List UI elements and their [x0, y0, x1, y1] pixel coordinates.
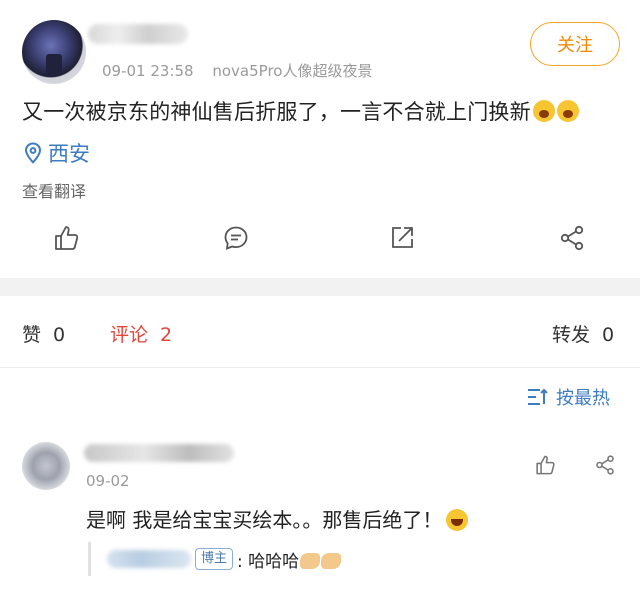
post-meta: 09-01 23:58 nova5Pro人像超级夜景	[102, 60, 372, 81]
tab-comments[interactable]: 评论 2	[110, 320, 172, 347]
location-name: 西安	[48, 142, 90, 166]
comment-body: 是啊 我是给宝宝买绘本。。那售后绝了！	[86, 504, 469, 533]
repost-button[interactable]	[382, 218, 422, 258]
author-avatar[interactable]	[22, 20, 86, 84]
comment-date: 09-02	[86, 472, 130, 490]
sort-hot-button[interactable]: 按最热	[526, 384, 610, 410]
comment-icon	[224, 226, 248, 250]
comment-button[interactable]	[216, 218, 256, 258]
share-icon	[560, 225, 584, 251]
sort-icon	[528, 388, 548, 405]
location-pin-icon	[24, 142, 42, 164]
comment-like-button[interactable]	[534, 454, 556, 480]
commenter-avatar[interactable]	[22, 442, 70, 490]
translate-link[interactable]: 查看翻译	[22, 178, 86, 202]
post-text: 又一次被京东的神仙售后折服了，一言不合就上门换新	[22, 100, 531, 124]
likes-count: 0	[53, 324, 66, 346]
reposts-count: 0	[602, 324, 615, 346]
comments-count: 2	[160, 324, 173, 346]
tab-reposts[interactable]: 转发 0	[552, 320, 614, 347]
reply-text: : 哈哈哈	[237, 552, 300, 572]
stats-bar: 赞0 评论 2 转发 0	[0, 296, 640, 368]
tab-likes[interactable]: 赞0	[22, 320, 65, 347]
like-button[interactable]	[46, 218, 86, 258]
comment-item: 09-02 是啊 我是给宝宝买绘本。。那售后绝了！ 博主 : 哈哈哈	[0, 430, 640, 603]
handshake-emoji-icon	[321, 553, 342, 569]
post-device: nova5Pro人像超级夜景	[212, 62, 373, 80]
comment-text: 是啊 我是给宝宝买绘本。。那售后绝了！	[86, 508, 443, 532]
post-timestamp: 09-01 23:58	[102, 62, 194, 80]
scream-emoji-icon	[532, 100, 555, 122]
sort-label: 按最热	[556, 388, 610, 409]
share-button[interactable]	[552, 218, 592, 258]
author-badge: 博主	[195, 548, 234, 570]
author-name-redacted[interactable]	[88, 24, 188, 44]
section-divider	[0, 278, 640, 296]
share-icon	[596, 455, 614, 475]
thumbs-up-icon	[536, 455, 555, 475]
follow-button[interactable]: 关注	[530, 22, 620, 66]
likes-label: 赞	[22, 324, 42, 346]
commenter-name-redacted[interactable]	[84, 444, 234, 462]
scream-emoji-icon	[556, 100, 579, 122]
location-tag[interactable]: 西安	[24, 138, 90, 168]
reply-preview[interactable]: 博主 : 哈哈哈	[88, 542, 618, 576]
post-actions	[0, 218, 640, 258]
reposts-label: 转发	[552, 324, 591, 346]
reply-author-redacted[interactable]	[107, 550, 191, 568]
handshake-emoji-icon	[300, 553, 321, 569]
laugh-emoji-icon	[446, 509, 469, 531]
comments-label: 评论	[110, 324, 149, 346]
post-body: 又一次被京东的神仙售后折服了，一言不合就上门换新	[22, 96, 579, 126]
comment-share-button[interactable]	[594, 454, 616, 480]
post-card: 09-01 23:58 nova5Pro人像超级夜景 关注 又一次被京东的神仙售…	[0, 0, 640, 278]
thumbs-up-icon	[55, 226, 79, 250]
repost-icon	[392, 227, 413, 248]
reply-content: : 哈哈哈	[237, 547, 342, 572]
